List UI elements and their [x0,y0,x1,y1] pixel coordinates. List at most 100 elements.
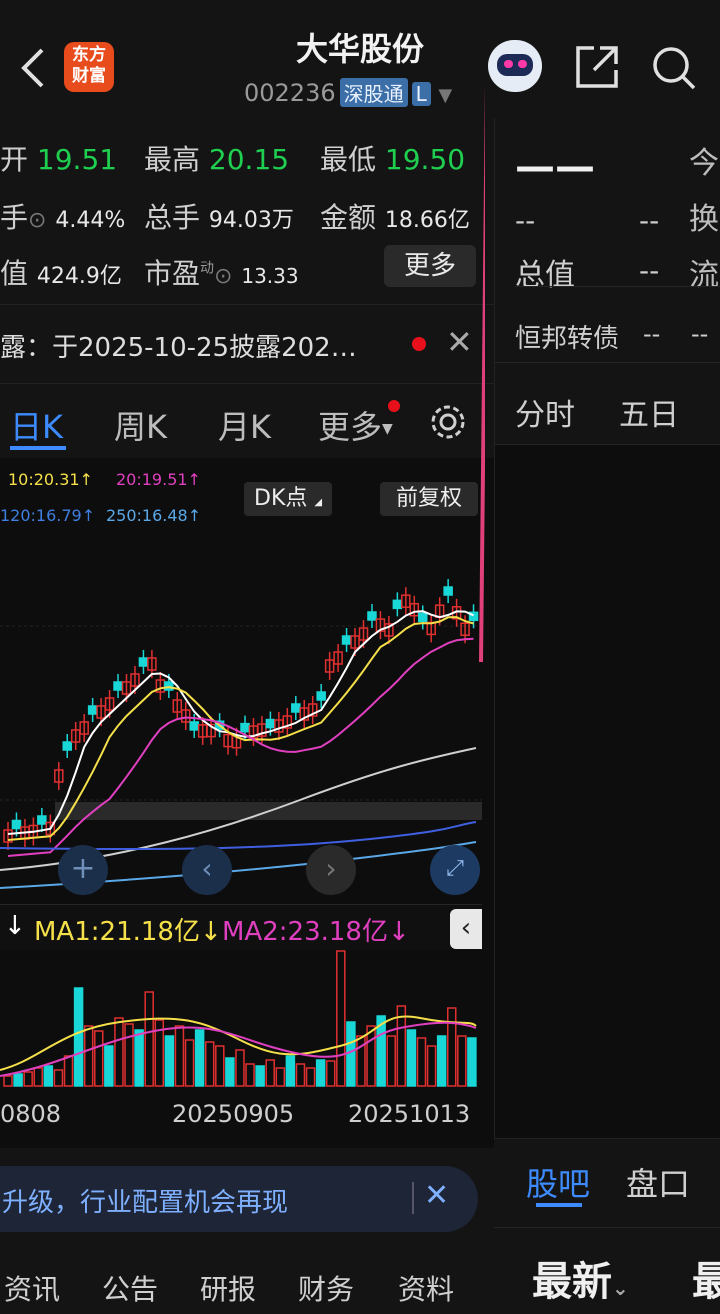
quote-open: 开 19.51 [0,143,118,176]
candle-body [240,722,250,733]
sort-latest[interactable]: 最新⌄ [532,1249,629,1307]
collapse-panel-button[interactable]: ‹ [450,909,482,949]
price-adjust-button[interactable]: 前复权 [380,482,478,516]
date-label-3: 20251013 [348,1100,471,1128]
announcement-bar[interactable]: 露：于2025-10-25披露202… ✕ [0,304,494,384]
volume-bar [114,1017,124,1087]
volume-bar [426,1045,437,1087]
divider [515,286,720,287]
candle-body [443,586,453,596]
red-dot-indicator [388,400,400,412]
volume-bar [386,1035,396,1087]
candle-body [189,721,199,731]
tab-five-day[interactable]: 五日 [619,390,679,434]
convertible-bond-label[interactable]: 恒邦转债 [515,318,619,355]
tab-month-k[interactable]: 月K [218,402,271,448]
volume-bar [215,1045,225,1087]
date-label-1: 0808 [0,1100,62,1128]
fullscreen-icon[interactable]: ⤢ [430,845,480,895]
sort-latest-2[interactable]: 最 [692,1249,720,1307]
app-root: { "header":{ "logo_text":"东方财富", "title"… [0,0,720,1314]
volume-bar [13,1073,23,1087]
zoom-in-button[interactable]: + [58,845,108,895]
volume-bar [295,1063,306,1087]
volume-bar [255,1065,265,1087]
volume-bar [245,1063,255,1087]
tab-pankou[interactable]: 盘口 [626,1159,690,1205]
quote-amount: 金额 18.66亿 [320,201,470,234]
candle-body [418,612,428,623]
volume-bar [406,1029,417,1087]
more-quote-button[interactable]: 更多 [384,245,476,287]
value-dash-2: -- [639,204,660,237]
ma10-label: 10:20.31↑ [8,470,93,489]
tab-profile[interactable]: 资料 [398,1268,454,1308]
tab-research[interactable]: 研报 [200,1268,256,1308]
candle-body [62,741,72,751]
announcement-text: 露：于2025-10-25披露202… [0,333,357,363]
volume-bar [416,1037,427,1087]
volume-bar [33,1067,44,1087]
tab-more[interactable]: 更多▼ [318,402,393,448]
candle-body [291,703,301,713]
close-icon[interactable]: ✕ [446,323,473,361]
float-label: 流 [689,258,719,293]
search-icon[interactable] [650,44,698,92]
bond-value-2: -- [691,320,709,348]
quote-mcap: 值 424.9亿 [0,257,122,290]
tab-day-k[interactable]: 日K [10,402,63,448]
tab-news[interactable]: 资讯 [4,1268,60,1308]
volume-bar [265,1059,275,1087]
gear-icon[interactable] [428,402,468,442]
vol-ma1: MA1:21.18亿↓ [34,917,222,947]
candle-body [316,691,326,701]
back-arrow-icon[interactable] [16,46,50,90]
scroll-left-button[interactable]: ‹ [182,845,232,895]
intraday-chart-area[interactable] [495,444,720,1138]
ma120-label: 120:16.79↑ [0,506,96,525]
candle-body [265,718,276,729]
volume-bar [104,1045,114,1087]
close-icon[interactable]: ✕ [424,1178,449,1213]
tab-underline [536,1203,582,1207]
annotation-stroke [479,83,485,662]
quote-volume: 总手 94.03万 [144,201,294,234]
volume-chart [0,950,477,1087]
tab-intraday[interactable]: 分时 [515,390,575,434]
right-bottom-panel: 股吧 盘口 最新⌄ 最 [494,1138,720,1314]
stock-code-row[interactable]: 002236 深股通 L ▼ [244,78,452,107]
quote-high: 最高 20.15 [144,143,290,176]
bond-value-1: -- [643,320,661,348]
volume-bar [275,1067,286,1087]
candle-body [113,681,123,691]
divider [412,1182,414,1214]
quote-pe: 市盈动⊙ 13.33 [144,257,299,290]
tab-week-k[interactable]: 周K [114,402,167,448]
dk-point-button[interactable]: DK点 ◢ [244,482,333,516]
volume-bar [53,1069,64,1087]
total-value-label: 总值 [515,258,575,293]
robot-assistant-icon[interactable] [488,40,542,92]
scroll-right-button[interactable]: › [306,845,356,895]
sz-connect-badge: 深股通 [339,78,408,107]
volume-bar [315,1059,326,1087]
share-icon[interactable] [574,44,620,90]
promo-banner[interactable]: 升级，行业配置机会再现 ✕ [0,1166,478,1232]
date-label-2: 20250905 [172,1100,295,1128]
volume-bar [204,1041,215,1087]
stock-code: 002236 [244,79,336,107]
volume-bar [94,1030,104,1087]
kline-tabs: 日K 周K 月K 更多▼ [0,388,494,458]
candle-body [341,635,352,645]
volume-bar [43,1065,54,1087]
tab-guba[interactable]: 股吧 [526,1159,590,1205]
tab-finance[interactable]: 财务 [298,1268,354,1308]
volume-bar [23,1071,33,1087]
tab-announcements[interactable]: 公告 [102,1268,158,1308]
volume-bar [446,1007,457,1087]
total-value: -- [639,254,660,287]
ma120-line [0,821,477,851]
volume-bar [325,1060,336,1087]
volume-bar [134,1029,144,1087]
volume-bar [235,1049,245,1087]
